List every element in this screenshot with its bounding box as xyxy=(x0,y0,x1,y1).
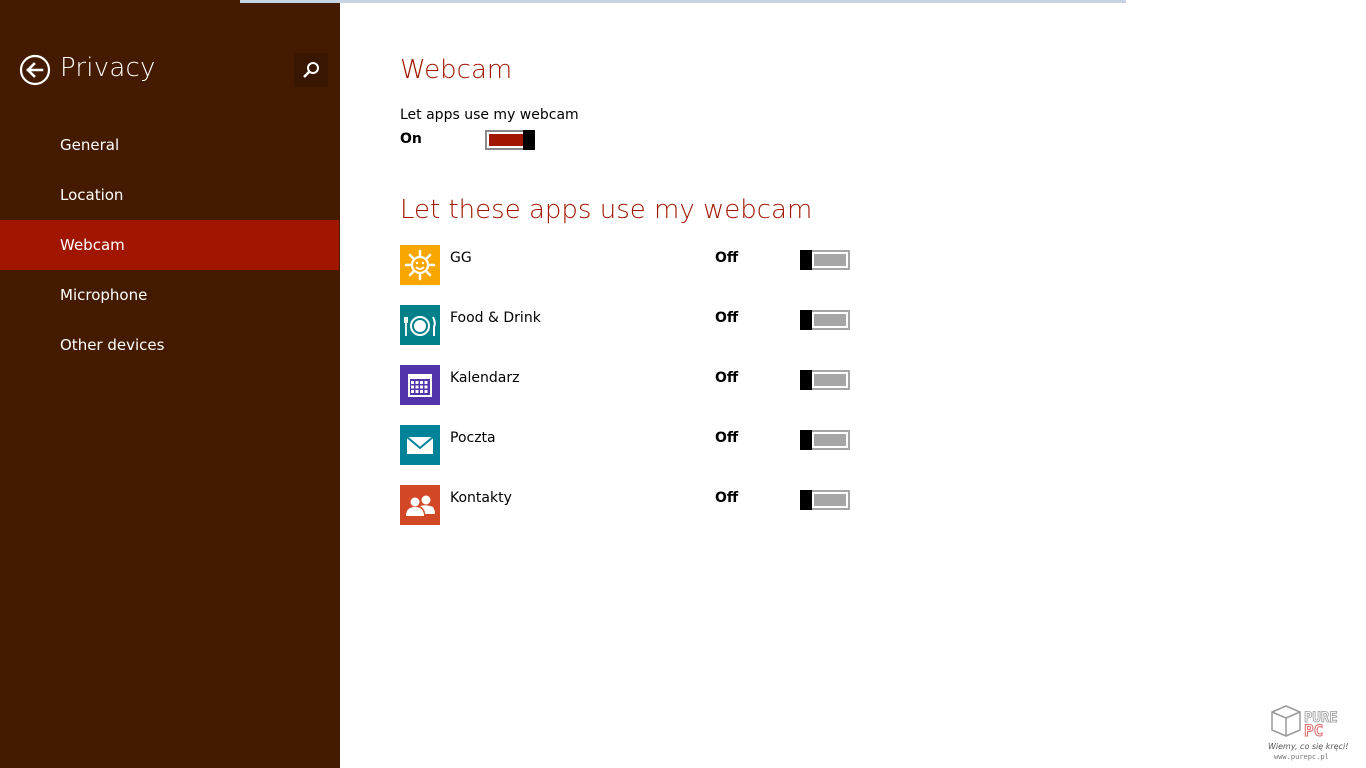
app-name: GG xyxy=(450,250,472,266)
toggle-track xyxy=(814,374,846,386)
app-name: Food & Drink xyxy=(450,310,541,326)
sidebar-item-general[interactable]: General xyxy=(0,120,339,170)
master-setting-state: On xyxy=(400,131,422,147)
plate-cutlery-icon xyxy=(400,305,440,345)
toggle-thumb xyxy=(800,430,812,450)
app-toggle-poczta[interactable] xyxy=(800,430,850,450)
app-toggle-kalendarz[interactable] xyxy=(800,370,850,390)
app-state: Off xyxy=(715,250,739,266)
search-button[interactable] xyxy=(294,53,328,87)
svg-text:www.purepc.pl: www.purepc.pl xyxy=(1274,753,1329,761)
app-name: Kontakty xyxy=(450,490,512,506)
people-icon xyxy=(400,485,440,525)
toggle-track xyxy=(814,314,846,326)
top-strip xyxy=(240,0,1126,3)
section-heading-webcam: Webcam xyxy=(400,55,513,85)
purepc-logo-icon: PURE PC Wiemy, co się kręci! www.purepc.… xyxy=(1268,705,1348,761)
app-tile-poczta xyxy=(400,425,440,465)
sidebar: Privacy General Location Webcam Micropho… xyxy=(0,0,340,768)
app-tile-kalendarz xyxy=(400,365,440,405)
app-tile-gg xyxy=(400,245,440,285)
sidebar-item-microphone[interactable]: Microphone xyxy=(0,270,339,320)
app-toggle-food-drink[interactable] xyxy=(800,310,850,330)
sidebar-item-label: Microphone xyxy=(60,286,148,304)
app-tile-food-drink xyxy=(400,305,440,345)
app-state: Off xyxy=(715,370,739,386)
toggle-thumb xyxy=(800,250,812,270)
app-row-poczta: Poczta Off xyxy=(400,425,860,465)
svg-text:Wiemy, co się kręci!: Wiemy, co się kręci! xyxy=(1268,742,1348,751)
toggle-track xyxy=(814,254,846,266)
sidebar-item-other-devices[interactable]: Other devices xyxy=(0,320,339,370)
mail-envelope-icon xyxy=(400,425,440,465)
app-row-food-drink: Food & Drink Off xyxy=(400,305,860,345)
master-setting-label: Let apps use my webcam xyxy=(400,107,579,123)
app-state: Off xyxy=(715,430,739,446)
sidebar-item-location[interactable]: Location xyxy=(0,170,339,220)
app-state: Off xyxy=(715,310,739,326)
calendar-icon xyxy=(400,365,440,405)
search-icon xyxy=(303,62,319,78)
toggle-track xyxy=(814,434,846,446)
sun-smile-icon xyxy=(400,245,440,285)
sidebar-nav: General Location Webcam Microphone Other… xyxy=(0,120,340,370)
back-arrow-icon xyxy=(19,54,51,86)
toggle-thumb xyxy=(800,370,812,390)
sidebar-item-label: Webcam xyxy=(60,236,125,254)
app-toggle-kontakty[interactable] xyxy=(800,490,850,510)
app-row-kontakty: Kontakty Off xyxy=(400,485,860,525)
sidebar-header: Privacy xyxy=(0,0,340,130)
webcam-master-toggle[interactable] xyxy=(485,130,535,150)
app-row-gg: GG Off xyxy=(400,245,860,285)
toggle-track xyxy=(814,494,846,506)
app-row-kalendarz: Kalendarz Off xyxy=(400,365,860,405)
page-title: Privacy xyxy=(60,53,156,83)
sidebar-item-label: General xyxy=(60,136,120,154)
svg-text:PC: PC xyxy=(1304,721,1323,740)
sidebar-item-label: Other devices xyxy=(60,336,165,354)
toggle-thumb xyxy=(800,310,812,330)
back-button[interactable] xyxy=(19,54,51,86)
section-heading-apps: Let these apps use my webcam xyxy=(400,195,813,225)
app-toggle-gg[interactable] xyxy=(800,250,850,270)
toggle-track xyxy=(489,134,523,146)
app-name: Poczta xyxy=(450,430,496,446)
purepc-watermark-logo: PURE PC Wiemy, co się kręci! www.purepc.… xyxy=(1266,702,1362,764)
app-name: Kalendarz xyxy=(450,370,520,386)
sidebar-item-label: Location xyxy=(60,186,124,204)
sidebar-item-webcam[interactable]: Webcam xyxy=(0,220,339,270)
app-state: Off xyxy=(715,490,739,506)
app-tile-kontakty xyxy=(400,485,440,525)
toggle-thumb xyxy=(800,490,812,510)
toggle-thumb xyxy=(523,130,535,150)
